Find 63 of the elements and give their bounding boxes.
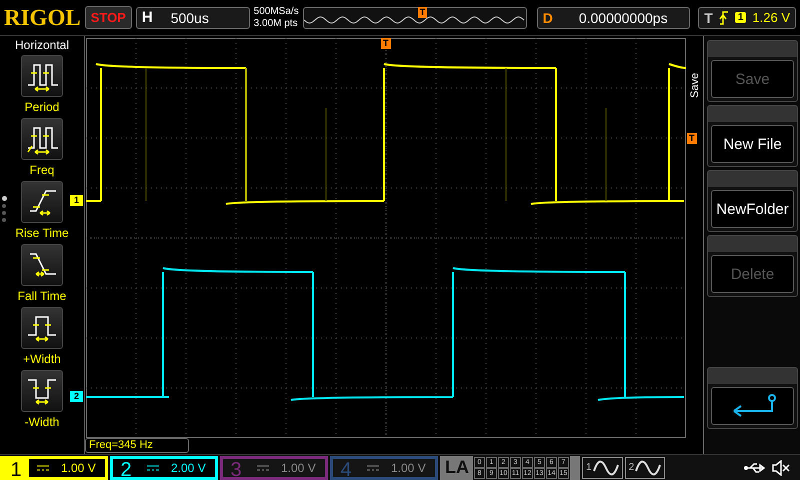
usb-icon [744, 462, 766, 474]
brand-logo: RIGOL [4, 4, 81, 30]
channel-marker: 1 [70, 195, 84, 206]
measure-button[interactable] [21, 244, 63, 286]
measure-label: -Width [24, 415, 60, 429]
memory-depth: 3.00M pts [254, 18, 299, 30]
trigger-position-marker: T [381, 38, 390, 49]
trigger-level-marker: T [687, 133, 696, 144]
measurement-readout: Freq=345 Hz [85, 438, 189, 453]
channel-scale: 1.00 V [391, 460, 426, 474]
generator-number: 2 [628, 462, 634, 473]
generator-tab[interactable]: 1 [582, 456, 623, 478]
sample-rate: 500MSa/s [254, 6, 299, 18]
measure-label: Fall Time [18, 289, 66, 303]
dc-coupling-icon [37, 464, 49, 470]
timebase-box[interactable]: H 500us [136, 6, 250, 28]
measure-label: Freq [30, 163, 54, 177]
measure-button[interactable] [21, 118, 63, 160]
channel-scale: 2.00 V [171, 460, 206, 474]
generator-number: 1 [586, 462, 592, 473]
channel-number: 1 [3, 458, 29, 476]
channel-marker: 2 [70, 391, 84, 402]
channel-tab[interactable]: 2 2.00 V [110, 456, 218, 480]
channel-tab[interactable]: 3 1.00 V [220, 456, 328, 480]
measure-label: Rise Time [15, 226, 69, 240]
sine-wave-icon [592, 458, 619, 476]
trigger-source: 1 [734, 12, 746, 23]
measure-button[interactable] [21, 181, 63, 223]
delay-label: D [542, 10, 553, 26]
measure-button[interactable] [21, 55, 63, 97]
trigger-label: T [704, 10, 713, 26]
channel-number: 3 [229, 458, 243, 476]
speaker-muted-icon [772, 460, 790, 476]
channel-scale: 1.00 V [61, 460, 96, 474]
channel-tab[interactable]: 4 1.00 V [330, 456, 438, 480]
run-stop-button[interactable]: STOP [84, 6, 132, 29]
dc-coupling-icon [367, 464, 379, 470]
softkey-button[interactable] [711, 387, 794, 425]
timebase-value: 500us [170, 10, 209, 26]
softkey-button[interactable]: New File [711, 125, 794, 163]
channel-scale: 1.00 V [281, 460, 316, 474]
dc-coupling-icon [257, 464, 269, 470]
measure-label: Period [24, 100, 60, 114]
trigger-box[interactable]: T 1 1.26 V [698, 6, 796, 28]
channel-number: 4 [339, 458, 353, 476]
generator-tab[interactable]: 2 [624, 456, 666, 478]
menu-title: Save [689, 72, 701, 98]
trigger-position-marker: T [418, 6, 428, 18]
panel-title: Horizontal [14, 38, 70, 52]
measure-button[interactable] [21, 307, 63, 349]
measure-button[interactable] [21, 370, 63, 412]
dc-coupling-icon [147, 464, 159, 470]
delay-value: 0.00000000ps [578, 10, 668, 26]
rising-edge-icon [718, 10, 729, 24]
channel-number: 2 [119, 458, 133, 476]
sine-wave-icon [635, 458, 662, 476]
channel-tab[interactable]: 1 1.00 V [0, 456, 108, 480]
softkey-button[interactable]: NewFolder [711, 190, 794, 228]
delay-box[interactable]: D 0.00000000ps [536, 6, 690, 28]
trigger-level: 1.26 V [752, 10, 790, 25]
timebase-label: H [142, 9, 153, 26]
logic-analyzer-label: LA [445, 457, 469, 478]
measure-label: +Width [23, 352, 61, 366]
